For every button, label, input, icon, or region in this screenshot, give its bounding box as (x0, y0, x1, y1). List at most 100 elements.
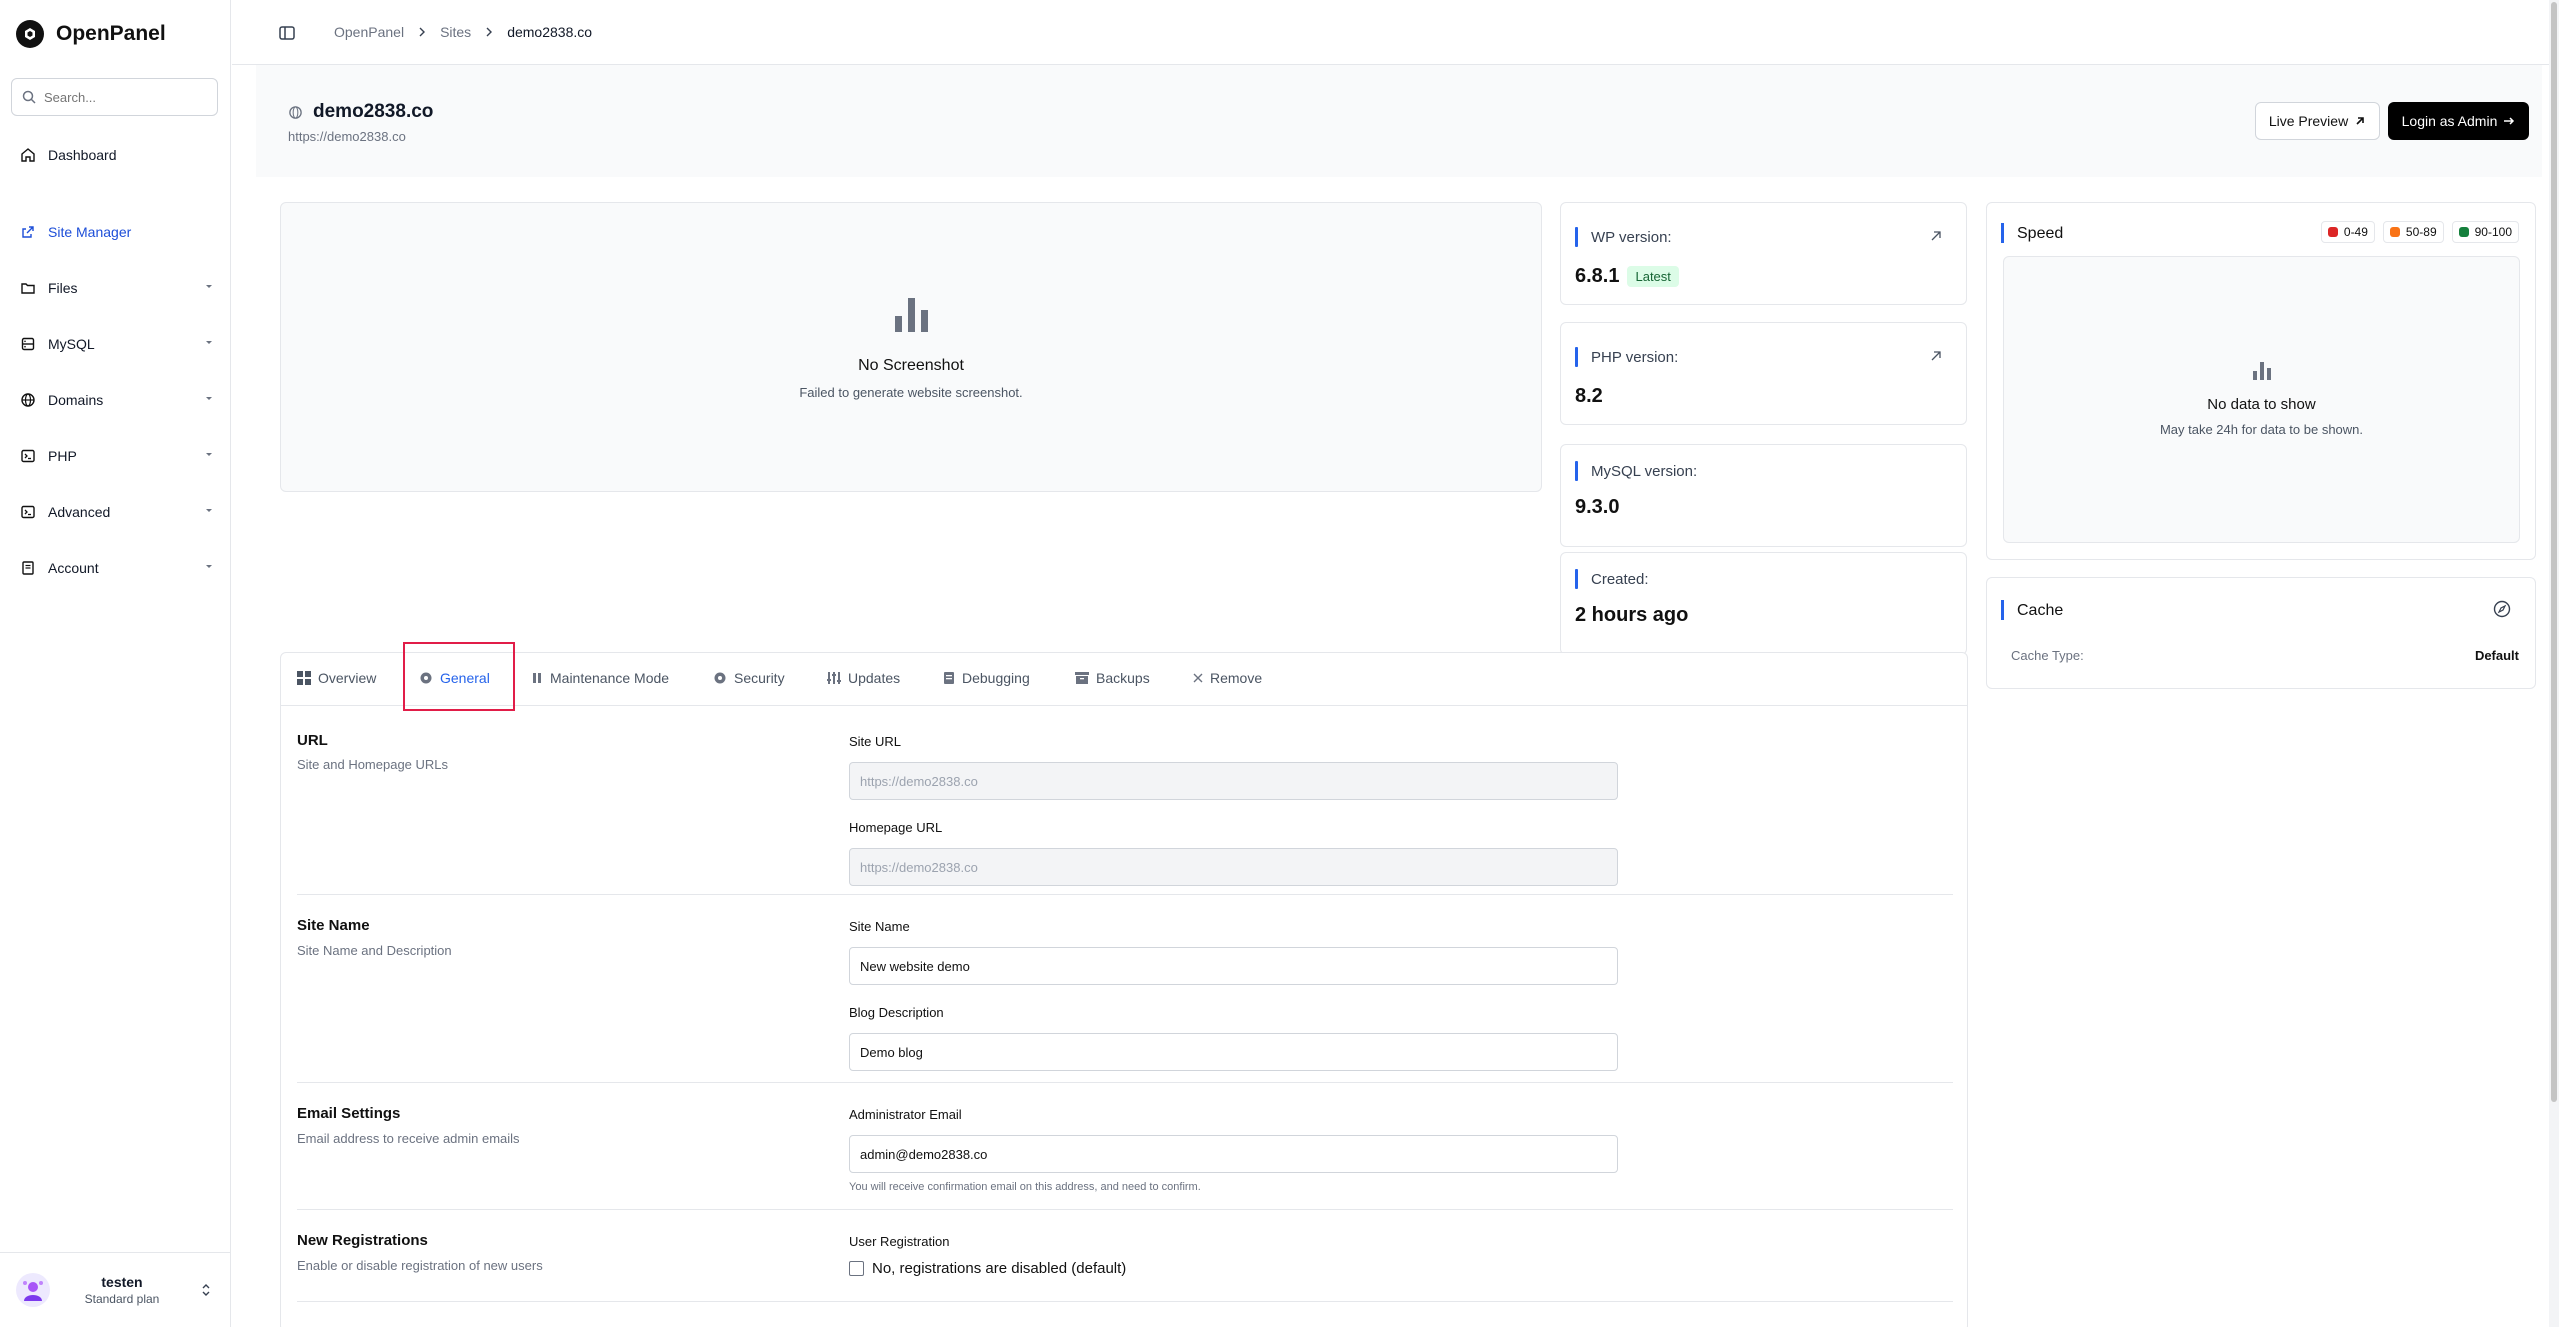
wp-version-value: 6.8.1 (1575, 265, 1620, 287)
globe-icon (21, 393, 35, 407)
sidebar-item-label: Site Manager (48, 224, 132, 240)
compass-icon[interactable] (2493, 600, 2511, 618)
legend-item: 50-89 (2382, 221, 2444, 243)
sidebar-item-php[interactable]: PHP (10, 438, 212, 474)
tab-remove[interactable]: Remove (1193, 670, 1262, 686)
globe-icon (289, 105, 302, 119)
email-settings-section: Email Settings Email address to receive … (297, 1083, 1953, 1210)
site-tabs-panel: Overview General Maintenance Mode Securi… (280, 652, 1968, 1327)
site-url-label: Site URL (849, 734, 902, 749)
registration-checkbox[interactable] (849, 1261, 864, 1276)
arrow-up-right-icon (2356, 117, 2364, 125)
search-input[interactable] (44, 89, 204, 105)
section-title: Site Name (297, 917, 370, 934)
grid-icon (297, 671, 311, 685)
legend-label: 0-49 (2343, 225, 2368, 239)
tab-security[interactable]: Security (713, 670, 785, 686)
sidebar-item-label: MySQL (48, 336, 95, 352)
sidebar-toggle-icon[interactable] (278, 24, 296, 42)
breadcrumb-openpanel[interactable]: OpenPanel (334, 24, 404, 40)
chevron-down-icon (206, 453, 212, 456)
user-menu[interactable]: testen Standard plan (0, 1252, 231, 1327)
search-box[interactable] (11, 78, 218, 116)
sidebar-item-account[interactable]: Account (10, 550, 212, 586)
site-url-input[interactable] (849, 762, 1618, 800)
admin-email-input[interactable] (849, 1135, 1618, 1173)
site-header: demo2838.co https://demo2838.co Live Pre… (256, 65, 2542, 177)
arrow-up-right-icon[interactable] (1930, 230, 1942, 242)
bar-chart-icon (2253, 362, 2271, 380)
chevron-down-icon (206, 285, 212, 288)
tab-overview[interactable]: Overview (297, 670, 376, 686)
created-label: Created: (1591, 571, 1649, 588)
speed-card: Speed 0-49 50-89 90-100 No data to show … (1986, 202, 2536, 560)
section-title: New Registrations (297, 1232, 428, 1249)
book-icon (22, 561, 34, 575)
mysql-version-value: 9.3.0 (1575, 496, 1620, 518)
wp-version-card: WP version: 6.8.1 Latest (1560, 202, 1967, 305)
site-name-input[interactable] (849, 947, 1618, 985)
terminal-icon (21, 505, 35, 519)
avatar (16, 1273, 50, 1307)
topbar: OpenPanel Sites demo2838.co (232, 0, 2559, 65)
mysql-version-card: MySQL version: 9.3.0 (1560, 444, 1967, 547)
brand[interactable]: OpenPanel (16, 20, 166, 48)
tab-updates[interactable]: Updates (827, 670, 900, 686)
user-plan: Standard plan (84, 1292, 160, 1306)
section-title: URL (297, 732, 328, 749)
sidebar-item-site-manager[interactable]: Site Manager (10, 214, 210, 250)
sidebar-item-files[interactable]: Files (10, 270, 212, 306)
legend-item: 90-100 (2451, 221, 2519, 243)
chevron-right-icon (486, 27, 493, 37)
page-scrollbar[interactable] (2549, 0, 2559, 1327)
no-screenshot-subtitle: Failed to generate website screenshot. (799, 385, 1023, 400)
site-name-section: Site Name Site Name and Description Site… (297, 895, 1953, 1083)
sidebar-item-domains[interactable]: Domains (10, 382, 212, 418)
live-preview-label: Live Preview (2268, 113, 2349, 129)
tab-backups[interactable]: Backups (1075, 670, 1150, 686)
pause-icon (533, 673, 541, 683)
tab-maintenance-mode[interactable]: Maintenance Mode (531, 670, 669, 686)
search-icon (22, 90, 36, 104)
breadcrumb-sites[interactable]: Sites (440, 24, 471, 40)
chevron-right-icon (419, 27, 426, 37)
sidebar-item-label: Files (48, 280, 78, 296)
speed-chart-area: No data to show May take 24h for data to… (2003, 256, 2520, 543)
gear-icon (714, 672, 726, 684)
sidebar-item-advanced[interactable]: Advanced (10, 494, 212, 530)
tab-label: Backups (1096, 670, 1150, 686)
bar-chart-icon (895, 298, 928, 332)
blog-description-input[interactable] (849, 1033, 1618, 1071)
sidebar-item-label: Advanced (48, 504, 111, 520)
live-preview-button[interactable]: Live Preview (2255, 102, 2380, 140)
homepage-url-input[interactable] (849, 848, 1618, 886)
no-data-subtitle: May take 24h for data to be shown. (2159, 422, 2364, 437)
site-name-label: Site Name (849, 919, 910, 934)
breadcrumb: OpenPanel Sites demo2838.co (334, 24, 592, 40)
registrations-section: New Registrations Enable or disable regi… (297, 1210, 1953, 1302)
sidebar-item-label: Dashboard (48, 147, 117, 163)
chevron-down-icon (206, 509, 212, 512)
terminal-icon (21, 449, 35, 463)
url-section: URL Site and Homepage URLs Site URL Home… (297, 706, 1953, 895)
legend-label: 90-100 (2474, 225, 2512, 239)
mysql-version-label: MySQL version: (1591, 463, 1698, 480)
login-as-admin-button[interactable]: Login as Admin (2388, 102, 2529, 140)
sidebar-item-label: PHP (48, 448, 77, 464)
arrow-up-right-icon[interactable] (1930, 350, 1942, 362)
tab-bar: Overview General Maintenance Mode Securi… (281, 653, 1967, 706)
sidebar-item-dashboard[interactable]: Dashboard (10, 137, 210, 173)
legend-label: 50-89 (2405, 225, 2437, 239)
sidebar-item-label: Domains (48, 392, 104, 408)
chevron-down-icon (206, 341, 212, 344)
chevron-down-icon (206, 397, 212, 400)
speed-title: Speed (2017, 225, 2064, 242)
page-title: demo2838.co (313, 101, 434, 122)
tab-debugging[interactable]: Debugging (943, 670, 1030, 686)
sidebar-item-mysql[interactable]: MySQL (10, 326, 212, 362)
tab-label: Overview (318, 670, 377, 686)
cache-title: Cache (2017, 602, 2064, 619)
section-title: Email Settings (297, 1105, 401, 1122)
registration-checkbox-row[interactable]: No, registrations are disabled (default) (849, 1260, 1126, 1277)
cache-type-value: Default (2474, 648, 2519, 663)
